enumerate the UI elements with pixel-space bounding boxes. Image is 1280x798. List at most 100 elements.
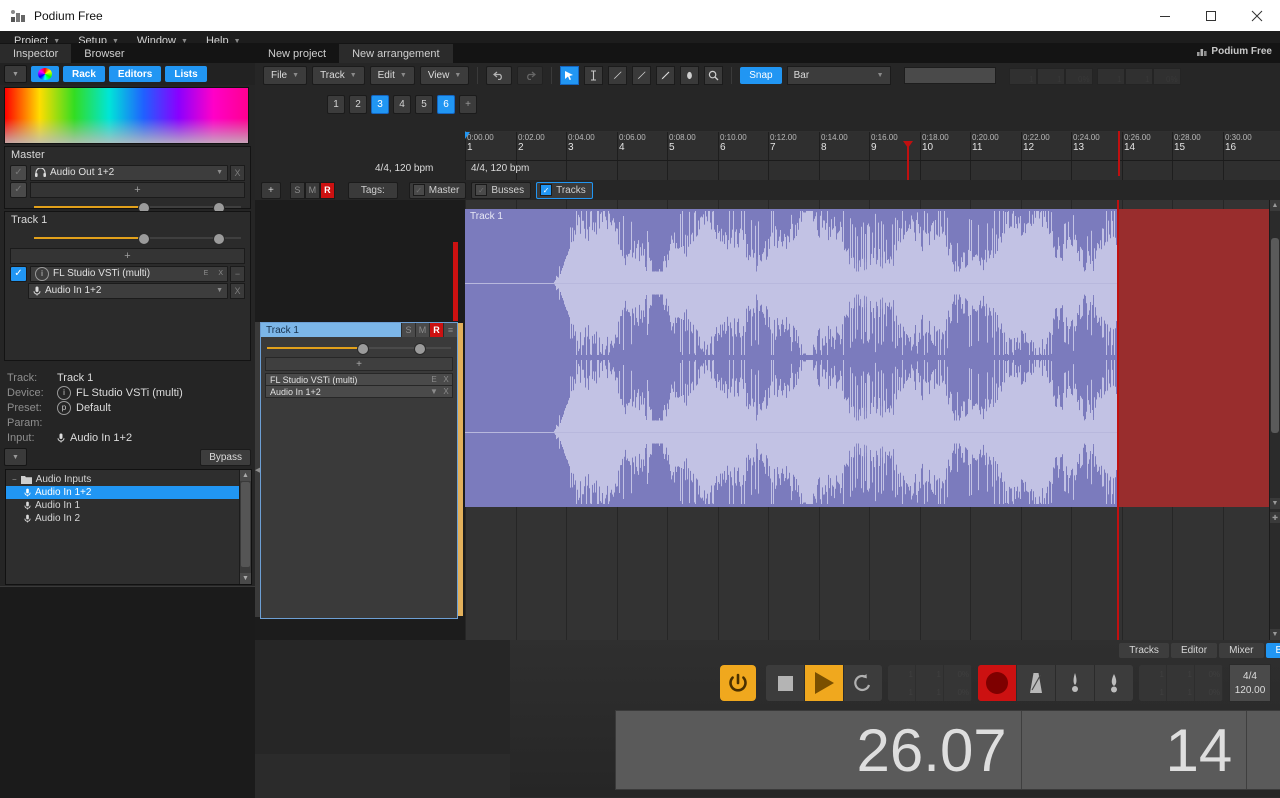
snap-toggle-button[interactable]: Snap: [740, 67, 781, 84]
color-gradient-strip[interactable]: [4, 87, 249, 144]
master-add-device-button[interactable]: +: [30, 182, 245, 198]
view-tab-mixer[interactable]: Mixer: [1219, 643, 1263, 658]
tags-button[interactable]: Tags:: [348, 182, 398, 199]
tab-inspector[interactable]: Inspector: [0, 44, 71, 63]
zoom-preset-6[interactable]: 6: [437, 95, 455, 114]
tree-item-audio-in-1-2[interactable]: Audio In 1+2: [6, 486, 251, 499]
track-name-label[interactable]: Track 1: [261, 323, 408, 337]
track-record-button[interactable]: R: [429, 323, 443, 337]
punch-in-button[interactable]: [1056, 665, 1095, 701]
color-picker-button[interactable]: [31, 66, 59, 82]
add-track-button[interactable]: +: [261, 182, 281, 199]
tree-item-audio-in-2[interactable]: Audio In 2: [6, 512, 251, 525]
zoom-vertical-button[interactable]: ✚: [1270, 512, 1280, 523]
tab-new-project[interactable]: New project: [255, 44, 339, 63]
track-device-combo[interactable]: i FL Studio VSTi (multi) E X: [30, 266, 228, 282]
track-header-track-1[interactable]: Track 1 S M R ≡ + FL St: [260, 322, 458, 619]
arrow-tool-button[interactable]: [560, 66, 579, 85]
track-volume-knob[interactable]: [138, 233, 150, 245]
record-region[interactable]: [1117, 209, 1270, 507]
redo-button[interactable]: [517, 66, 543, 85]
filter-master-checkbox[interactable]: ✓ Master: [409, 182, 467, 199]
track-header-volume-slider[interactable]: [265, 341, 453, 355]
lists-button[interactable]: Lists: [165, 66, 206, 82]
mute-tool-button[interactable]: [680, 66, 699, 85]
tree-scrollbar[interactable]: ▲ ▼: [239, 470, 251, 584]
global-solo-button[interactable]: S: [290, 182, 305, 199]
filter-tracks-checkbox[interactable]: ✓ Tracks: [536, 182, 593, 199]
big-transport-display[interactable]: 26.07 14 1: [615, 710, 1280, 790]
power-button[interactable]: [720, 665, 756, 701]
stop-button[interactable]: [766, 665, 805, 701]
track-pan-knob[interactable]: [414, 343, 426, 355]
timeline-ruler[interactable]: 0:00.0010:02.0020:04.0030:06.0040:08.005…: [255, 132, 1280, 180]
punch-out-button[interactable]: [1095, 665, 1133, 701]
track-input-close-button[interactable]: X: [440, 387, 452, 396]
scrollbar-thumb[interactable]: [1271, 238, 1279, 433]
scroll-down-button[interactable]: ▼: [1270, 498, 1280, 509]
track-header-add-button[interactable]: +: [265, 357, 453, 371]
editors-button[interactable]: Editors: [109, 66, 161, 82]
device-minimize-button[interactable]: −: [230, 266, 245, 282]
metronome-button[interactable]: [1017, 665, 1056, 701]
track-input-combo[interactable]: Audio In 1+2 ▼: [28, 283, 228, 299]
track-device-close-button[interactable]: X: [440, 375, 452, 384]
view-tab-big-transport[interactable]: Big Transport: [1266, 643, 1280, 658]
global-mute-button[interactable]: M: [305, 182, 320, 199]
track-volume-slider[interactable]: [10, 230, 245, 246]
rack-button[interactable]: Rack: [63, 66, 105, 82]
chevron-down-icon[interactable]: ▼: [428, 387, 440, 396]
scroll-up-button[interactable]: ▲: [1270, 200, 1280, 211]
snap-value-select[interactable]: Bar ▼: [787, 66, 891, 85]
text-tool-button[interactable]: [584, 66, 603, 85]
track-mute-button[interactable]: M: [415, 323, 429, 337]
loop-button[interactable]: [844, 665, 882, 701]
track-solo-button[interactable]: S: [401, 323, 415, 337]
timeline-ruler-inner[interactable]: 0:00.0010:02.0020:04.0030:06.0040:08.005…: [465, 132, 1280, 180]
vertical-scrollbar[interactable]: ▲ ▼ ✚ ▼: [1269, 200, 1280, 640]
master-output-remove-button[interactable]: X: [230, 165, 245, 181]
bypass-button[interactable]: Bypass: [200, 449, 251, 466]
zoom-preset-3[interactable]: 3: [371, 95, 389, 114]
close-button[interactable]: [1234, 0, 1280, 31]
menu-file[interactable]: File ▼: [263, 66, 307, 85]
collapse-button[interactable]: ▼: [4, 65, 27, 83]
track-volume-knob[interactable]: [357, 343, 369, 355]
tree-root-audio-inputs[interactable]: − Audio Inputs: [6, 473, 251, 486]
master-output-checkbox[interactable]: ✓: [10, 165, 27, 181]
scroll-down-button[interactable]: ▼: [240, 573, 251, 584]
menu-track[interactable]: Track ▼: [312, 66, 365, 85]
device-edit-button[interactable]: E: [204, 270, 209, 277]
menu-view[interactable]: View ▼: [420, 66, 469, 85]
params-collapse-button[interactable]: ▼: [4, 448, 27, 466]
scrollbar-thumb[interactable]: [241, 482, 250, 567]
track-input-remove-button[interactable]: X: [230, 283, 245, 299]
zoom-preset-4[interactable]: 4: [393, 95, 411, 114]
master-output-combo[interactable]: Audio Out 1+2 ▼: [30, 165, 228, 181]
toolbar-text-field[interactable]: [904, 67, 996, 84]
erase-tool-button[interactable]: [656, 66, 675, 85]
undo-button[interactable]: [486, 66, 512, 85]
track-device-edit-button[interactable]: E: [428, 375, 440, 384]
zoom-preset-2[interactable]: 2: [349, 95, 367, 114]
pencil-tool-button[interactable]: [608, 66, 627, 85]
arrangement-canvas[interactable]: Track 1 ▲ ▼ ✚ ▼: [465, 200, 1280, 640]
zoom-preset-5[interactable]: 5: [415, 95, 433, 114]
tempo-event-label[interactable]: 4/4, 120 bpm: [468, 163, 529, 174]
view-tab-tracks[interactable]: Tracks: [1119, 643, 1169, 658]
track-add-device-button[interactable]: +: [10, 248, 245, 264]
zoom-tool-button[interactable]: [704, 66, 723, 85]
scroll-up-button[interactable]: ▲: [240, 470, 251, 481]
tab-new-arrangement[interactable]: New arrangement: [339, 44, 452, 63]
filter-busses-checkbox[interactable]: ✓ Busses: [471, 182, 531, 199]
audio-clip-track-1[interactable]: Track 1: [465, 209, 1118, 507]
global-record-button[interactable]: R: [320, 182, 335, 199]
view-tab-editor[interactable]: Editor: [1171, 643, 1217, 658]
tab-browser[interactable]: Browser: [71, 44, 137, 63]
track-header-input[interactable]: Audio In 1+2 ▼ X: [265, 385, 453, 398]
menu-edit[interactable]: Edit ▼: [370, 66, 415, 85]
tree-item-audio-in-1[interactable]: Audio In 1: [6, 499, 251, 512]
track-pan-knob[interactable]: [213, 233, 225, 245]
track-device-checkbox[interactable]: ✓: [10, 266, 27, 282]
maximize-button[interactable]: [1188, 0, 1234, 31]
